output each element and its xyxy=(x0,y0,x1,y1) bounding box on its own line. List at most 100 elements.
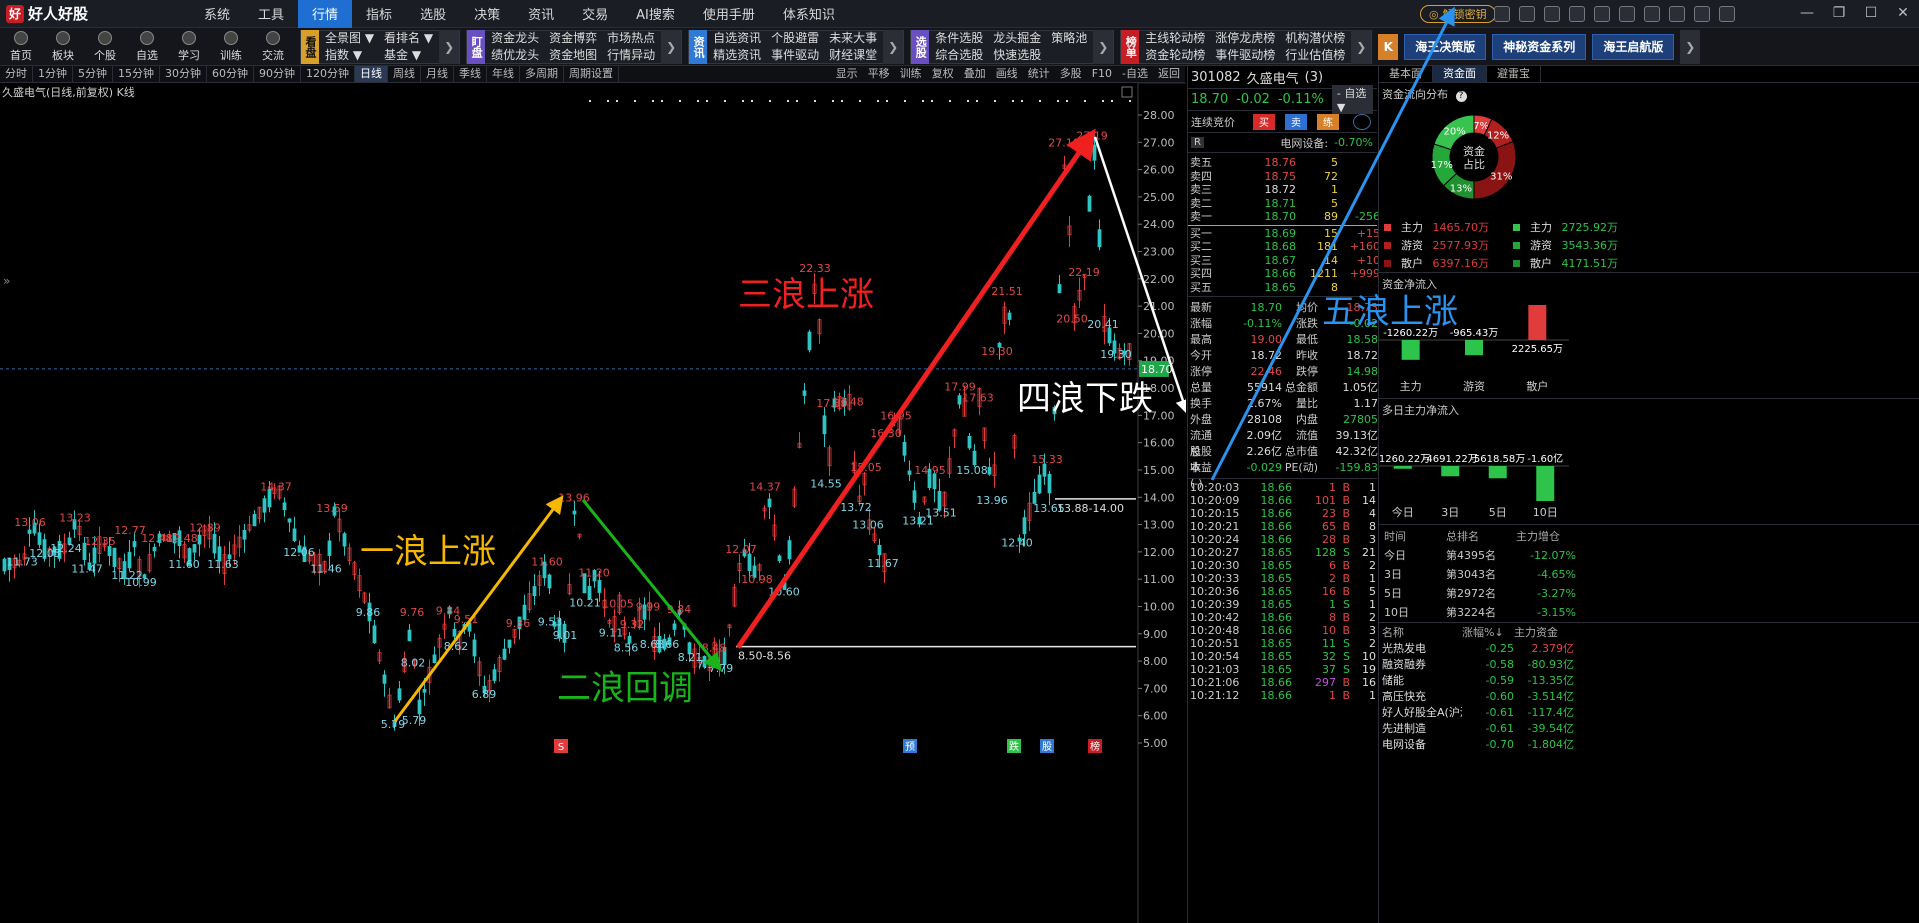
chart-tool[interactable]: F10 xyxy=(1087,66,1117,82)
screen-icon[interactable] xyxy=(1519,6,1535,22)
chat-icon[interactable] xyxy=(1353,113,1371,130)
toolbar-group-more-button[interactable]: ❯ xyxy=(883,29,904,64)
period-tab[interactable]: 120分钟 xyxy=(301,66,355,82)
toolbar-link[interactable]: 资金地图 xyxy=(549,47,597,64)
chart-tool[interactable]: -自选 xyxy=(1117,66,1153,82)
toolbar-button-0[interactable]: 首页 xyxy=(0,29,42,65)
toolbar-link[interactable]: 全景图 ▼ xyxy=(325,30,374,47)
toolbar-link[interactable]: 涨停龙虎榜 xyxy=(1215,30,1275,47)
trade-button[interactable]: 买 xyxy=(1253,113,1275,130)
avatar-icon[interactable] xyxy=(1494,6,1510,22)
maximize-icon[interactable]: ☐ xyxy=(1862,4,1880,22)
period-tab[interactable]: 日线 xyxy=(355,66,388,82)
brand-button-2[interactable]: 海王启航版 xyxy=(1592,33,1675,60)
toolbar-link[interactable]: 市场热点 xyxy=(607,30,655,47)
sector-row[interactable]: 电网设备 -0.70 -1.804亿 xyxy=(1379,737,1919,753)
menu-8[interactable]: AI搜索 xyxy=(622,0,689,28)
toolbar-link[interactable]: 机构潜伏榜 xyxy=(1285,30,1345,47)
toolbar-link[interactable]: 指数 ▼ xyxy=(325,47,374,64)
sector-row[interactable]: 先进制造 -0.61 -39.54亿 xyxy=(1379,721,1919,737)
sector-row[interactable]: 高压快充 -0.60 -3.514亿 xyxy=(1379,689,1919,705)
minimize-icon[interactable]: — xyxy=(1798,4,1816,22)
settings-icon[interactable] xyxy=(1719,6,1735,22)
sector-row[interactable]: 储能 -0.59 -13.35亿 xyxy=(1379,673,1919,689)
toolbar-button-4[interactable]: 学习 xyxy=(168,29,210,65)
menu-6[interactable]: 资讯 xyxy=(514,0,568,28)
brand-button-1[interactable]: 神秘资金系列 xyxy=(1492,33,1587,60)
toolbar-link[interactable]: 资金龙头 xyxy=(491,30,539,47)
menu-9[interactable]: 使用手册 xyxy=(689,0,769,28)
menu-10[interactable]: 体系知识 xyxy=(769,0,849,28)
chart-tool[interactable]: 平移 xyxy=(863,66,895,82)
toolbar-link[interactable]: 资金博弈 xyxy=(549,30,597,47)
chart-tool[interactable]: 统计 xyxy=(1023,66,1055,82)
toolbar-link[interactable]: 看排名 ▼ xyxy=(384,30,433,47)
menu-0[interactable]: 系统 xyxy=(190,0,244,28)
toolbar-link[interactable]: 快速选股 xyxy=(993,47,1041,64)
toolbar-link[interactable]: 财经课堂 xyxy=(829,47,877,64)
toolbar-link[interactable]: 行情异动 xyxy=(607,47,655,64)
chart-tool[interactable]: 显示 xyxy=(831,66,863,82)
watchlist-select[interactable]: - 自选 ▼ xyxy=(1331,85,1373,114)
toolbar-link[interactable]: 事件驱动榜 xyxy=(1215,47,1275,64)
period-tab[interactable]: 月线 xyxy=(421,66,454,82)
text-icon[interactable] xyxy=(1619,6,1635,22)
toolbar-group-more-button[interactable]: ❯ xyxy=(1093,29,1114,64)
toolbar-link[interactable]: 基金 ▼ xyxy=(384,47,433,64)
help-icon[interactable]: ? xyxy=(1455,91,1467,102)
period-tab[interactable]: 多周期 xyxy=(520,66,564,82)
compass-icon[interactable] xyxy=(1669,6,1685,22)
kline-chart[interactable]: 28.00 27.00 26.00 25.00 24.00 23.00 22.00 21.00… xyxy=(0,83,1186,923)
period-tab[interactable]: 分时 xyxy=(0,66,33,82)
fund-tab[interactable]: 资金面 xyxy=(1433,66,1487,82)
layout-icon[interactable] xyxy=(1694,6,1710,22)
period-tab[interactable]: 90分钟 xyxy=(254,66,301,82)
chart-tool[interactable]: 叠加 xyxy=(959,66,991,82)
brand-button-0[interactable]: 海王决策版 xyxy=(1404,33,1487,60)
toolbar-button-6[interactable]: 交流 xyxy=(252,29,294,65)
toolbar-link[interactable]: 策略池 xyxy=(1051,30,1087,47)
chart-tool[interactable]: 复权 xyxy=(927,66,959,82)
tools-icon[interactable] xyxy=(1644,6,1660,22)
toolbar-link[interactable]: 综合选股 xyxy=(935,47,983,64)
sector-row[interactable]: 融资融券 -0.58 -80.93亿 xyxy=(1379,657,1919,673)
toolbar-link[interactable]: 资金轮动榜 xyxy=(1145,47,1205,64)
toolbar-link[interactable]: 事件驱动 xyxy=(771,47,819,64)
period-tab[interactable]: 60分钟 xyxy=(207,66,254,82)
period-tab[interactable]: 1分钟 xyxy=(33,66,73,82)
monitor-icon[interactable] xyxy=(1569,6,1585,22)
period-tab[interactable]: 15分钟 xyxy=(113,66,160,82)
close-icon[interactable]: ✕ xyxy=(1894,4,1912,22)
chart-tool[interactable]: 训练 xyxy=(895,66,927,82)
trade-button[interactable]: 卖 xyxy=(1285,113,1307,130)
restore-icon[interactable]: ❐ xyxy=(1830,4,1848,22)
mail-icon[interactable] xyxy=(1544,6,1560,22)
chart-tool[interactable]: 画线 xyxy=(991,66,1023,82)
toolbar-link[interactable]: 主线轮动榜 xyxy=(1145,30,1205,47)
chart-tool[interactable]: 多股 xyxy=(1055,66,1087,82)
menu-1[interactable]: 工具 xyxy=(244,0,298,28)
toolbar-group-more-button[interactable]: ❯ xyxy=(1351,29,1372,64)
menu-5[interactable]: 决策 xyxy=(460,0,514,28)
toolbar-button-2[interactable]: 个股 xyxy=(84,29,126,65)
toolbar-link[interactable]: 条件选股 xyxy=(935,30,983,47)
period-tab[interactable]: 周期设置 xyxy=(564,66,619,82)
period-tab[interactable]: 年线 xyxy=(487,66,520,82)
gear-icon[interactable] xyxy=(1594,6,1610,22)
sector-name[interactable]: 电网设备: xyxy=(1280,135,1328,151)
toolbar-link[interactable]: 自选资讯 xyxy=(713,30,761,47)
fund-tab[interactable]: 基本面 xyxy=(1379,66,1433,82)
toolbar-link[interactable]: 行业估值榜 xyxy=(1285,47,1345,64)
menu-2[interactable]: 行情 xyxy=(298,0,353,28)
toolbar-button-3[interactable]: 自选 xyxy=(126,29,168,65)
sector-row[interactable]: 好人好股全A(沪深) -0.61 -117.4亿 xyxy=(1379,705,1919,721)
toolbar-link[interactable]: 精选资讯 xyxy=(713,47,761,64)
toolbar-button-5[interactable]: 训练 xyxy=(210,29,252,65)
trade-button[interactable]: 练 xyxy=(1317,113,1339,130)
menu-3[interactable]: 指标 xyxy=(352,0,406,28)
toolbar-expand-button[interactable]: ❯ xyxy=(1680,29,1701,64)
sector-row[interactable]: 光热发电 -0.25 2.379亿 xyxy=(1379,641,1919,657)
toolbar-link[interactable]: 个股避雷 xyxy=(771,30,819,47)
toolbar-button-1[interactable]: 板块 xyxy=(42,29,84,65)
period-tab[interactable]: 季线 xyxy=(454,66,487,82)
